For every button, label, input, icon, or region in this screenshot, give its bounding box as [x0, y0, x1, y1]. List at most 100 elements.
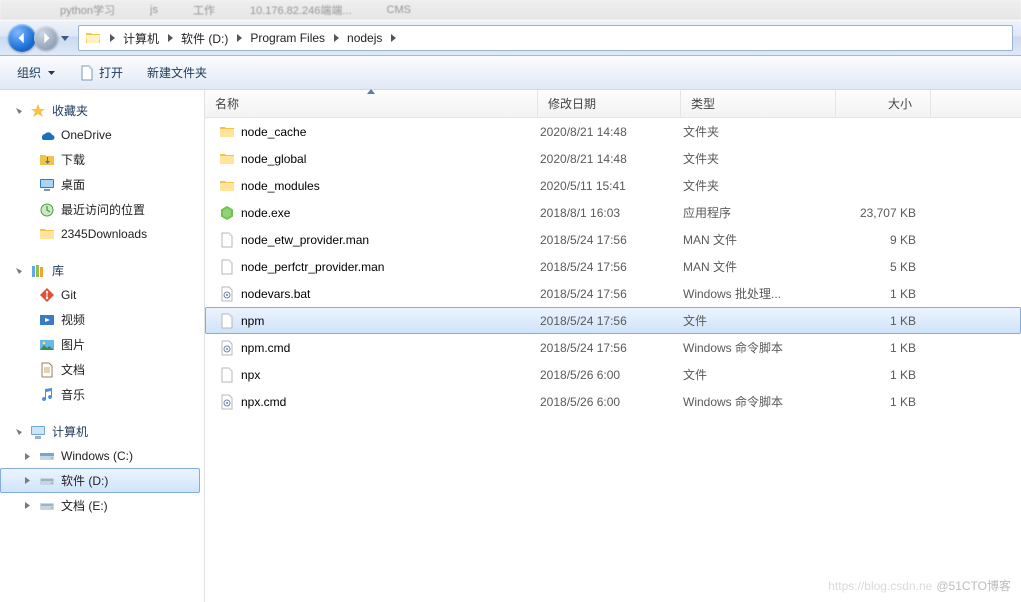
file-row[interactable]: node.exe 2018/8/1 16:03 应用程序 23,707 KB	[205, 199, 1021, 226]
document-icon	[79, 65, 95, 81]
file-type: 文件夹	[683, 123, 838, 140]
new-folder-button[interactable]: 新建文件夹	[136, 60, 218, 86]
file-icon	[219, 367, 235, 383]
sidebar-item-label: Git	[61, 288, 76, 302]
file-date: 2018/8/1 16:03	[540, 206, 683, 220]
nav-history-dropdown[interactable]	[58, 25, 72, 51]
organize-button[interactable]: 组织	[6, 60, 66, 86]
browser-tab-strip: python学习 js 工作 10.176.82.246端端... CMS	[0, 0, 1021, 20]
file-type: Windows 批处理...	[683, 285, 838, 302]
sidebar-computer-title[interactable]: 计算机	[0, 421, 204, 444]
sidebar-computer-group: 计算机 Windows (C:) 软件 (D:) 文档 (E:)	[0, 421, 204, 518]
downloads-icon	[39, 152, 55, 168]
drive-c-icon	[39, 448, 55, 464]
crumb-computer[interactable]: 计算机	[119, 26, 163, 50]
file-row[interactable]: nodevars.bat 2018/5/24 17:56 Windows 批处理…	[205, 280, 1021, 307]
nav-buttons	[8, 24, 72, 52]
file-size: 23,707 KB	[838, 206, 926, 220]
forward-button[interactable]	[34, 26, 58, 50]
file-size: 1 KB	[838, 341, 926, 355]
folder-open-icon	[85, 30, 101, 46]
sidebar-item-drive[interactable]: Windows (C:)	[0, 444, 200, 468]
file-type: 文件	[683, 366, 838, 383]
file-date: 2018/5/24 17:56	[540, 341, 683, 355]
new-folder-label: 新建文件夹	[147, 64, 207, 81]
file-row[interactable]: npx.cmd 2018/5/26 6:00 Windows 命令脚本 1 KB	[205, 388, 1021, 415]
folder-icon	[219, 151, 235, 167]
breadcrumb: 计算机 软件 (D:) Program Files nodejs	[105, 26, 400, 50]
column-size[interactable]: 大小	[836, 90, 931, 117]
sidebar-item-library[interactable]: 音乐	[0, 382, 200, 407]
file-row[interactable]: node_modules 2020/5/11 15:41 文件夹	[205, 172, 1021, 199]
expander-icon[interactable]	[21, 477, 33, 484]
sidebar-item-label: Windows (C:)	[61, 449, 133, 463]
triangle-down-icon	[15, 428, 23, 436]
file-icon	[219, 232, 235, 248]
sidebar-item-label: 最近访问的位置	[61, 201, 145, 218]
triangle-down-icon	[15, 107, 23, 115]
sidebar-item-label: 视频	[61, 311, 85, 328]
file-type: Windows 命令脚本	[683, 393, 838, 410]
file-type: Windows 命令脚本	[683, 339, 838, 356]
node-icon	[219, 205, 235, 221]
crumb-nodejs[interactable]: nodejs	[343, 26, 386, 50]
file-name: node.exe	[241, 206, 290, 220]
address-box[interactable]: 计算机 软件 (D:) Program Files nodejs	[78, 25, 1013, 51]
file-size: 1 KB	[838, 368, 926, 382]
file-row[interactable]: node_perfctr_provider.man 2018/5/24 17:5…	[205, 253, 1021, 280]
sidebar-item-library[interactable]: 文档	[0, 357, 200, 382]
expander-icon[interactable]	[21, 502, 33, 509]
crumb-drive[interactable]: 软件 (D:)	[177, 26, 232, 50]
address-bar-row: 计算机 软件 (D:) Program Files nodejs	[0, 20, 1021, 56]
file-date: 2018/5/26 6:00	[540, 395, 683, 409]
file-date: 2020/5/11 15:41	[540, 179, 683, 193]
sidebar-item-favorite[interactable]: 下载	[0, 147, 200, 172]
crumb-chevron[interactable]	[386, 26, 400, 50]
expander-icon[interactable]	[21, 453, 33, 460]
file-size: 1 KB	[838, 395, 926, 409]
sidebar-item-library[interactable]: Git	[0, 283, 200, 307]
file-row[interactable]: npm 2018/5/24 17:56 文件 1 KB	[205, 307, 1021, 334]
file-row[interactable]: npm.cmd 2018/5/24 17:56 Windows 命令脚本 1 K…	[205, 334, 1021, 361]
sidebar-item-favorite[interactable]: OneDrive	[0, 123, 200, 147]
sidebar-item-favorite[interactable]: 2345Downloads	[0, 222, 200, 246]
file-type: 文件夹	[683, 150, 838, 167]
file-row[interactable]: node_cache 2020/8/21 14:48 文件夹	[205, 118, 1021, 145]
bat-icon	[219, 286, 235, 302]
sidebar-item-label: 软件 (D:)	[61, 472, 108, 489]
crumb-chevron[interactable]	[163, 26, 177, 50]
back-button[interactable]	[8, 24, 36, 52]
git-icon	[39, 287, 55, 303]
column-date[interactable]: 修改日期	[538, 90, 681, 117]
column-type[interactable]: 类型	[681, 90, 836, 117]
documents-icon	[39, 362, 55, 378]
open-label: 打开	[99, 64, 123, 81]
drive-icon	[39, 473, 55, 489]
file-row[interactable]: node_global 2020/8/21 14:48 文件夹	[205, 145, 1021, 172]
bat-icon	[219, 394, 235, 410]
file-type: MAN 文件	[683, 258, 838, 275]
crumb-chevron[interactable]	[105, 26, 119, 50]
sidebar-favorites-title[interactable]: 收藏夹	[0, 100, 204, 123]
sidebar-item-favorite[interactable]: 最近访问的位置	[0, 197, 200, 222]
sidebar-item-drive[interactable]: 文档 (E:)	[0, 493, 200, 518]
crumb-chevron[interactable]	[232, 26, 246, 50]
toolbar: 组织 打开 新建文件夹	[0, 56, 1021, 90]
crumb-chevron[interactable]	[329, 26, 343, 50]
file-row[interactable]: node_etw_provider.man 2018/5/24 17:56 MA…	[205, 226, 1021, 253]
sidebar-item-drive[interactable]: 软件 (D:)	[0, 468, 200, 493]
folder-icon	[219, 178, 235, 194]
column-name[interactable]: 名称	[205, 90, 538, 117]
bat-icon	[219, 340, 235, 356]
sidebar-item-library[interactable]: 视频	[0, 307, 200, 332]
crumb-program-files[interactable]: Program Files	[246, 26, 329, 50]
sidebar-item-favorite[interactable]: 桌面	[0, 172, 200, 197]
sidebar-libraries-title[interactable]: 库	[0, 260, 204, 283]
file-size: 9 KB	[838, 233, 926, 247]
sidebar-item-label: 文档	[61, 361, 85, 378]
file-name: node_etw_provider.man	[241, 233, 369, 247]
sidebar-item-library[interactable]: 图片	[0, 332, 200, 357]
open-button[interactable]: 打开	[68, 60, 134, 86]
file-type: 文件夹	[683, 177, 838, 194]
file-row[interactable]: npx 2018/5/26 6:00 文件 1 KB	[205, 361, 1021, 388]
